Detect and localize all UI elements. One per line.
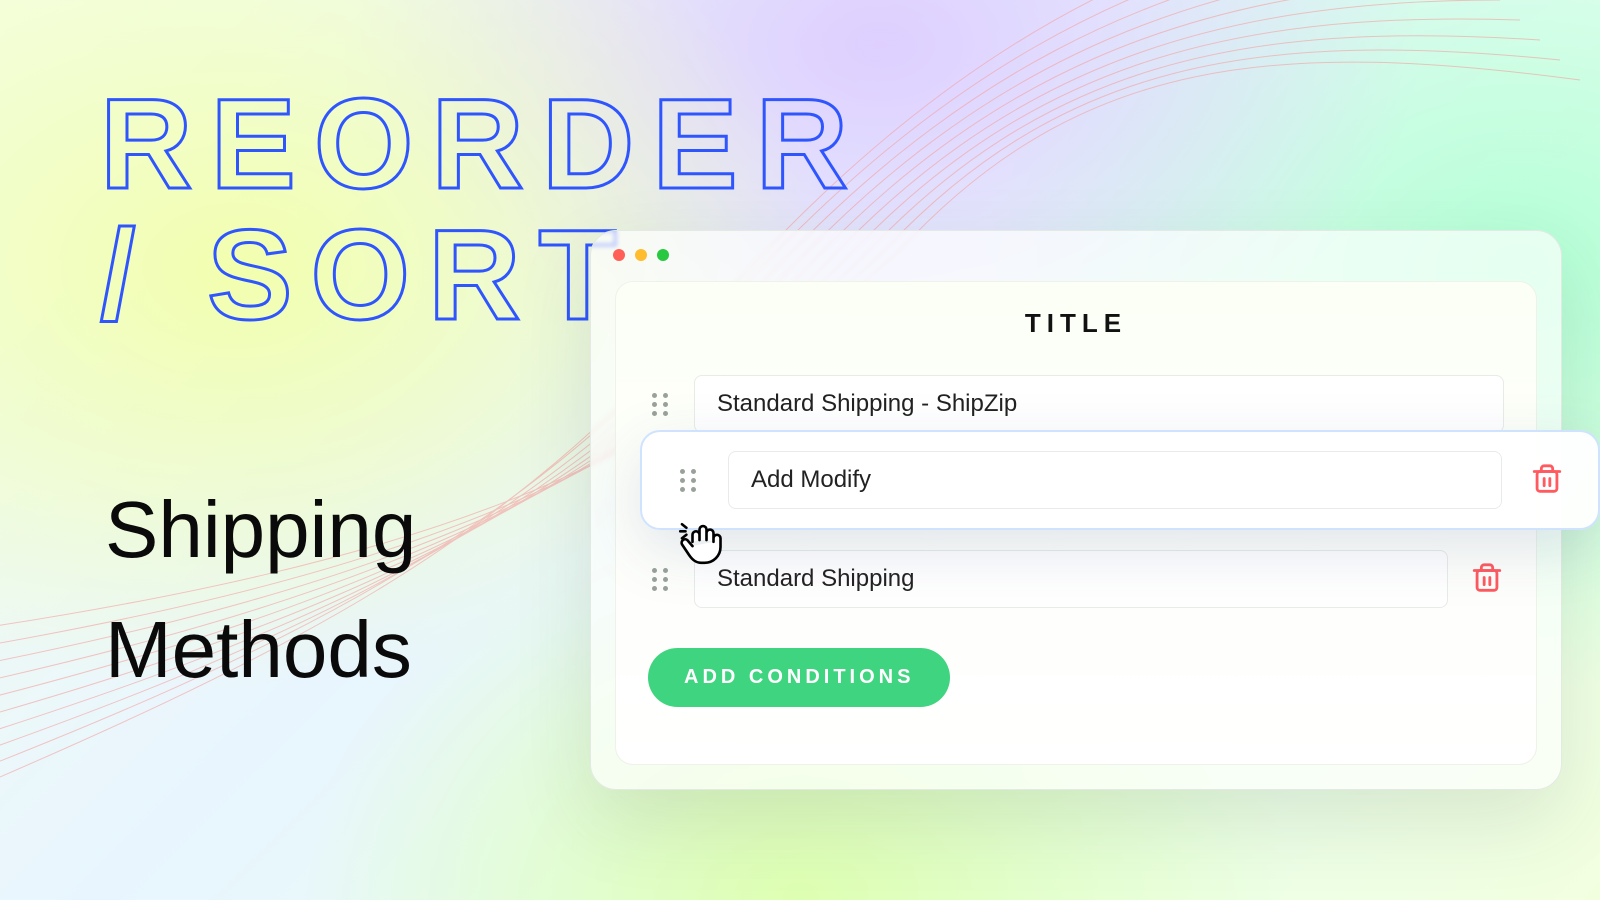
shipping-name-input[interactable]: Standard Shipping - ShipZip bbox=[694, 375, 1504, 433]
shipping-row[interactable]: Standard Shipping bbox=[648, 540, 1504, 618]
grab-cursor-icon bbox=[675, 512, 731, 568]
panel-title: TITLE bbox=[648, 308, 1504, 339]
drag-handle-icon[interactable] bbox=[648, 567, 672, 591]
add-conditions-button[interactable]: ADD CONDITIONS bbox=[648, 648, 950, 707]
dragging-row[interactable]: Add Modify bbox=[640, 430, 1600, 530]
delete-row-button[interactable] bbox=[1530, 463, 1564, 497]
drag-handle-icon[interactable] bbox=[676, 468, 700, 492]
window-zoom-icon[interactable] bbox=[657, 249, 669, 261]
window-traffic-lights bbox=[613, 249, 669, 261]
shipping-name-input[interactable]: Add Modify bbox=[728, 451, 1502, 509]
delete-row-button[interactable] bbox=[1470, 562, 1504, 596]
shipping-name-input[interactable]: Standard Shipping bbox=[694, 550, 1448, 608]
window-close-icon[interactable] bbox=[613, 249, 625, 261]
window-minimize-icon[interactable] bbox=[635, 249, 647, 261]
drag-handle-icon[interactable] bbox=[648, 392, 672, 416]
